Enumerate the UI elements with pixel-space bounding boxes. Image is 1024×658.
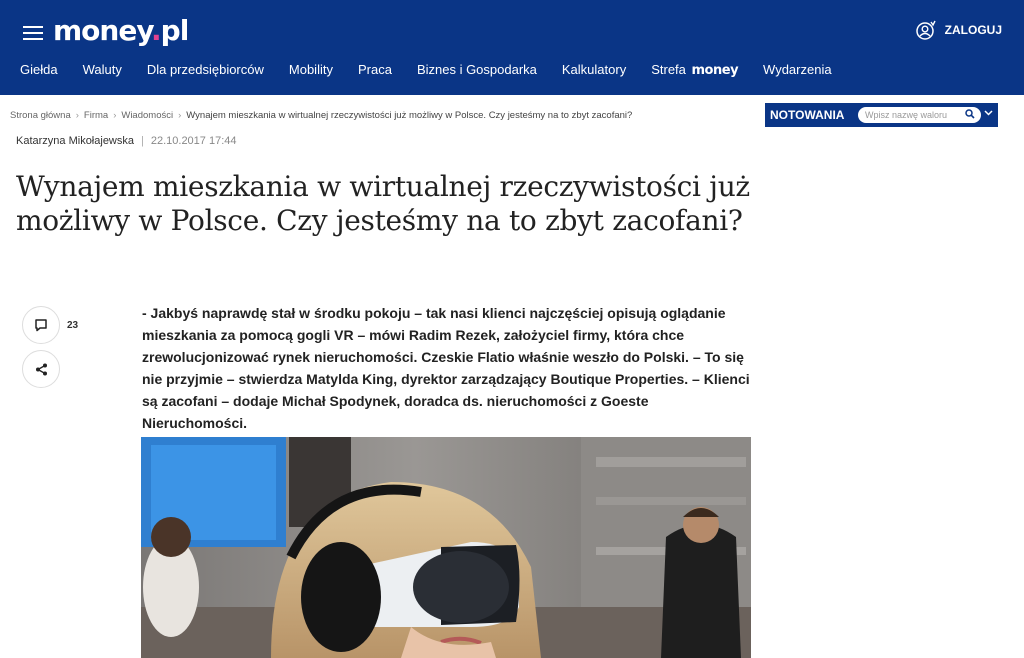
menu-icon[interactable]	[23, 26, 43, 40]
nav-item-kalkulatory[interactable]: Kalkulatory	[562, 62, 626, 78]
article-title: Wynajem mieszkania w wirtualnej rzeczywi…	[16, 170, 750, 237]
main-nav: Giełda Waluty Dla przedsiębiorców Mobili…	[20, 62, 857, 78]
site-header: money.pl ZALOGUJ Giełda Waluty Dla przed…	[0, 0, 1024, 95]
strefa-brand: money	[691, 63, 739, 78]
breadcrumb-separator: ›	[113, 110, 117, 121]
nav-item-praca[interactable]: Praca	[358, 62, 392, 78]
logo-dot: .	[151, 14, 162, 47]
share-button[interactable]	[22, 350, 60, 388]
publish-date: 22.10.2017 17:44	[150, 135, 237, 147]
breadcrumb-separator: ›	[178, 110, 182, 121]
article-photo	[141, 437, 751, 658]
login-label: ZALOGUJ	[944, 23, 1002, 37]
breadcrumb-firma[interactable]: Firma	[84, 110, 108, 121]
article-lead: - Jakbyś naprawdę stał w środku pokoju –…	[142, 305, 750, 431]
login-button[interactable]: ZALOGUJ	[915, 20, 1002, 40]
breadcrumb-current: Wynajem mieszkania w wirtualnej rzeczywi…	[186, 110, 633, 121]
chevron-down-icon[interactable]	[984, 110, 993, 116]
nav-item-biznes[interactable]: Biznes i Gospodarka	[417, 62, 537, 78]
strefa-label: Strefa	[651, 62, 686, 77]
comments-button[interactable]	[22, 306, 60, 344]
quotes-label: NOTOWANIA	[770, 108, 845, 122]
comment-icon	[35, 319, 47, 332]
breadcrumb: Strona główna › Firma › Wiadomości › Wyn…	[10, 110, 632, 121]
nav-item-wydarzenia[interactable]: Wydarzenia	[763, 62, 832, 78]
quotes-search-input[interactable]: Wpisz nazwę waloru	[858, 107, 981, 123]
nav-item-strefa-money[interactable]: Strefa money	[651, 62, 738, 78]
breadcrumb-wiadomosci[interactable]: Wiadomości	[121, 110, 173, 121]
comment-count: 23	[67, 319, 79, 331]
search-icon[interactable]	[965, 109, 975, 119]
nav-item-gielda[interactable]: Giełda	[20, 62, 58, 78]
user-icon	[915, 20, 936, 40]
nav-item-waluty[interactable]: Waluty	[83, 62, 122, 78]
article-byline: Katarzyna Mikołajewska | 22.10.2017 17:4…	[16, 135, 237, 147]
nav-item-przedsiebiorcy[interactable]: Dla przedsiębiorców	[147, 62, 264, 78]
site-logo[interactable]: money.pl	[53, 14, 190, 47]
breadcrumb-separator: ›	[75, 110, 79, 121]
breadcrumb-home[interactable]: Strona główna	[10, 110, 71, 121]
comments-widget: 23	[22, 306, 78, 344]
author-name[interactable]: Katarzyna Mikołajewska	[16, 135, 134, 147]
logo-tld: pl	[160, 14, 190, 47]
byline-separator: |	[141, 135, 144, 147]
share-icon	[35, 363, 47, 375]
nav-item-mobility[interactable]: Mobility	[289, 62, 333, 78]
logo-main: money	[53, 14, 152, 47]
quotes-widget: NOTOWANIA Wpisz nazwę waloru	[765, 103, 998, 127]
